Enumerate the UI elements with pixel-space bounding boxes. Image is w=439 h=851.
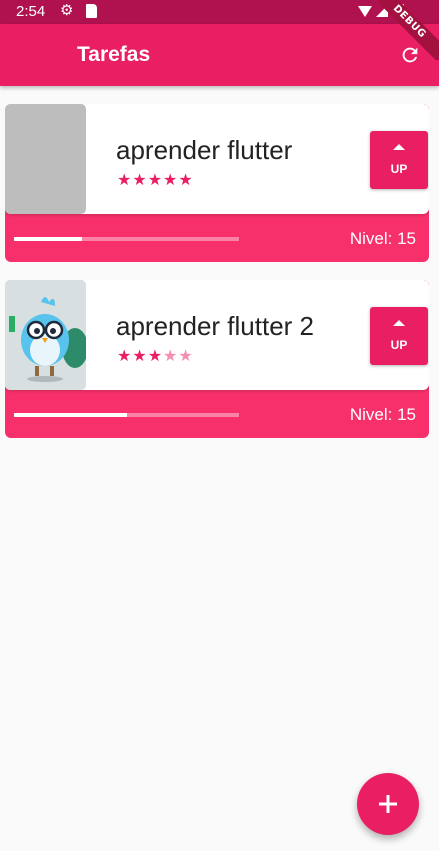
app-bar: Tarefas	[0, 24, 439, 86]
up-button-label: UP	[390, 338, 408, 352]
up-button-label: UP	[390, 162, 408, 176]
task-card-header: aprender flutter 2 ★★★★★ UP	[5, 280, 429, 390]
task-image-placeholder	[5, 104, 86, 214]
level-progress-bar	[14, 237, 239, 241]
level-progress-fill	[14, 413, 127, 417]
add-icon	[379, 795, 397, 813]
wifi-icon	[358, 6, 372, 17]
level-progress-fill	[14, 237, 82, 241]
status-bar: 2:54 ⚙	[0, 0, 439, 24]
star-icon: ★	[147, 170, 164, 189]
task-name: aprender flutter	[116, 135, 293, 165]
star-icon: ★	[117, 346, 133, 365]
star-icon: ★	[163, 170, 179, 189]
bird-mascot-illustration	[5, 280, 86, 390]
star-icon: ★	[132, 346, 148, 365]
task-image	[5, 280, 86, 390]
star-icon: ★	[163, 346, 179, 365]
star-icon: ★	[178, 170, 194, 189]
page-title: Tarefas	[77, 43, 151, 66]
level-up-button[interactable]: UP	[370, 131, 428, 189]
arrow-up-icon	[393, 144, 405, 150]
level-progress-bar	[14, 413, 239, 417]
difficulty-stars: ★★★★★	[117, 346, 194, 365]
difficulty-stars: ★★★★★	[117, 170, 194, 189]
task-card: aprender flutter 2 ★★★★★ UP Nivel: 15	[5, 280, 429, 438]
star-icon: ★	[132, 170, 148, 189]
level-text: Nivel: 15	[349, 405, 416, 424]
add-task-button[interactable]	[357, 773, 419, 835]
level-up-button[interactable]: UP	[370, 307, 428, 365]
gear-icon: ⚙	[60, 2, 74, 19]
arrow-up-icon	[393, 320, 405, 326]
debug-banner: DEBUG	[379, 0, 439, 60]
star-icon: ★	[147, 346, 164, 365]
star-icon: ★	[178, 346, 194, 365]
star-icon: ★	[117, 170, 133, 189]
task-name: aprender flutter 2	[116, 311, 315, 341]
level-text: Nivel: 15	[349, 229, 416, 248]
sd-card-icon	[86, 4, 97, 18]
task-card: aprender flutter ★★★★★ UP Nivel: 15	[5, 104, 429, 262]
status-time: 2:54	[16, 3, 46, 20]
task-card-header: aprender flutter ★★★★★ UP	[5, 104, 429, 214]
